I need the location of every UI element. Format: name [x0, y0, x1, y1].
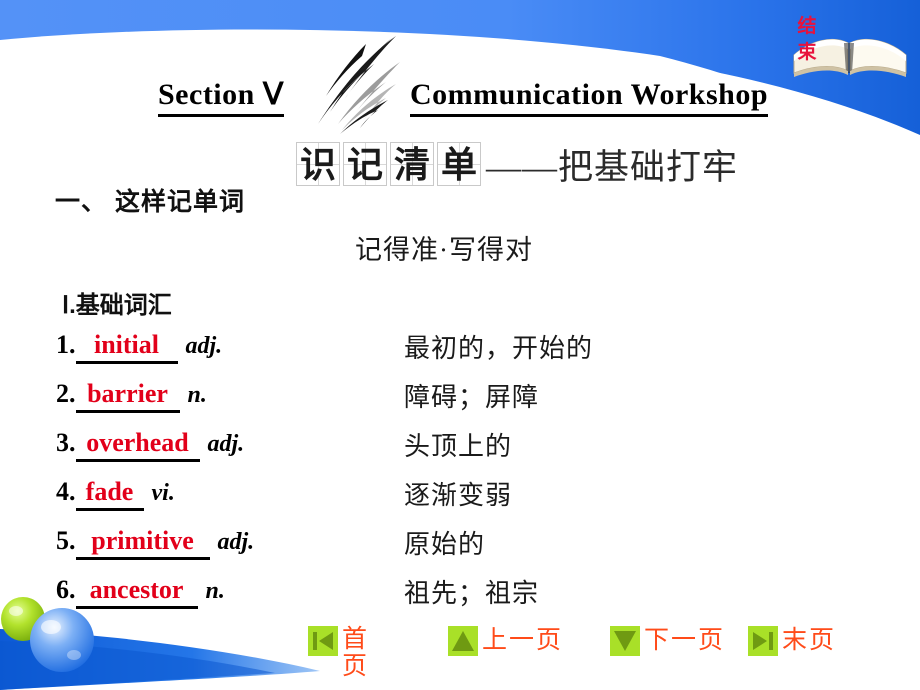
navigation-bar: 首页 上一页 下一页 末页	[0, 626, 920, 690]
vocab-entry: 1. initial adj.	[56, 330, 222, 364]
nav-last-page-button[interactable]: 末页	[748, 626, 836, 670]
vocab-word-blank[interactable]: primitive	[75, 526, 210, 560]
first-page-icon[interactable]	[308, 626, 338, 656]
grid-char-box: 记	[343, 142, 387, 186]
vocab-part-of-speech: adj.	[207, 431, 245, 457]
nav-first-page-button[interactable]: 首页	[308, 626, 370, 680]
brush-stroke-icon	[318, 36, 400, 134]
vocab-row: 5. primitive adj. 原始的	[56, 526, 896, 575]
vocab-entry: 6. ancestor n.	[56, 575, 225, 609]
vocab-part-of-speech: adj.	[185, 333, 223, 359]
page-title-section: Section Ⅴ	[158, 78, 284, 117]
grid-char-box: 清	[390, 142, 434, 186]
nav-next-page-button[interactable]: 下一页	[610, 626, 725, 670]
nav-next-page-label: 下一页	[644, 627, 726, 654]
main-heading-tail: ——把基础打牢	[486, 147, 739, 187]
section-subtitle: 记得准·写得对	[355, 235, 533, 265]
vocab-row: 2. barrier n. 障碍；屏障	[56, 379, 896, 428]
vocab-entry: 3. overhead adj.	[56, 428, 244, 462]
vocab-entry: 5. primitive adj.	[56, 526, 254, 560]
section-heading-basic-vocab: Ⅰ.基础词汇	[62, 292, 172, 319]
nav-prev-page-button[interactable]: 上一页	[448, 626, 563, 670]
vocab-part-of-speech: vi.	[151, 480, 175, 506]
vocab-meaning: 最初的，开始的	[404, 334, 594, 363]
vocab-number: 5.	[56, 526, 76, 555]
vocab-word-blank[interactable]: ancestor	[75, 575, 198, 609]
vocab-word-blank[interactable]: fade	[75, 477, 144, 511]
vocab-meaning: 逐渐变弱	[404, 481, 513, 510]
nav-first-page-label: 首页	[342, 626, 370, 680]
vocab-row: 4. fade vi. 逐渐变弱	[56, 477, 896, 526]
grid-char-box: 单	[437, 142, 481, 186]
vocab-entry: 4. fade vi.	[56, 477, 175, 511]
vocab-row: 6. ancestor n. 祖先；祖宗	[56, 575, 896, 624]
up-triangle-icon[interactable]	[448, 626, 478, 656]
slide-canvas: 结束 Section Ⅴ Communication Workshop 识 记 …	[0, 0, 920, 690]
section-heading-one: 一、 这样记单词	[55, 188, 245, 216]
vocab-number: 6.	[56, 575, 76, 604]
slide-title-row: Section Ⅴ Communication Workshop	[0, 62, 920, 124]
vocab-word-blank[interactable]: overhead	[75, 428, 200, 462]
vocab-number: 2.	[56, 379, 76, 408]
page-title-workshop: Communication Workshop	[410, 78, 769, 117]
vocab-meaning: 障碍；屏障	[404, 383, 540, 412]
down-triangle-icon[interactable]	[610, 626, 640, 656]
vocab-meaning: 原始的	[404, 530, 486, 559]
vocab-number: 3.	[56, 428, 76, 457]
end-badge-label: 结束	[797, 16, 817, 63]
vocab-word-blank[interactable]: initial	[75, 330, 178, 364]
vocab-meaning: 祖先；祖宗	[404, 579, 540, 608]
vocab-part-of-speech: n.	[205, 578, 225, 604]
vocab-meaning: 头顶上的	[404, 432, 513, 461]
vocab-number: 4.	[56, 477, 76, 506]
nav-last-page-label: 末页	[782, 627, 837, 654]
vocab-word-blank[interactable]: barrier	[75, 379, 180, 413]
vocabulary-list: 1. initial adj. 最初的，开始的 2. barrier n. 障碍…	[56, 330, 896, 624]
last-page-icon[interactable]	[748, 626, 778, 656]
nav-prev-page-label: 上一页	[482, 627, 564, 654]
grid-char-box: 识	[296, 142, 340, 186]
main-heading: 识 记 清 单 ——把基础打牢	[296, 140, 738, 188]
vocab-number: 1.	[56, 330, 76, 359]
vocab-part-of-speech: n.	[187, 382, 207, 408]
vocab-row: 3. overhead adj. 头顶上的	[56, 428, 896, 477]
vocab-row: 1. initial adj. 最初的，开始的	[56, 330, 896, 379]
vocab-part-of-speech: adj.	[217, 529, 255, 555]
vocab-entry: 2. barrier n.	[56, 379, 207, 413]
